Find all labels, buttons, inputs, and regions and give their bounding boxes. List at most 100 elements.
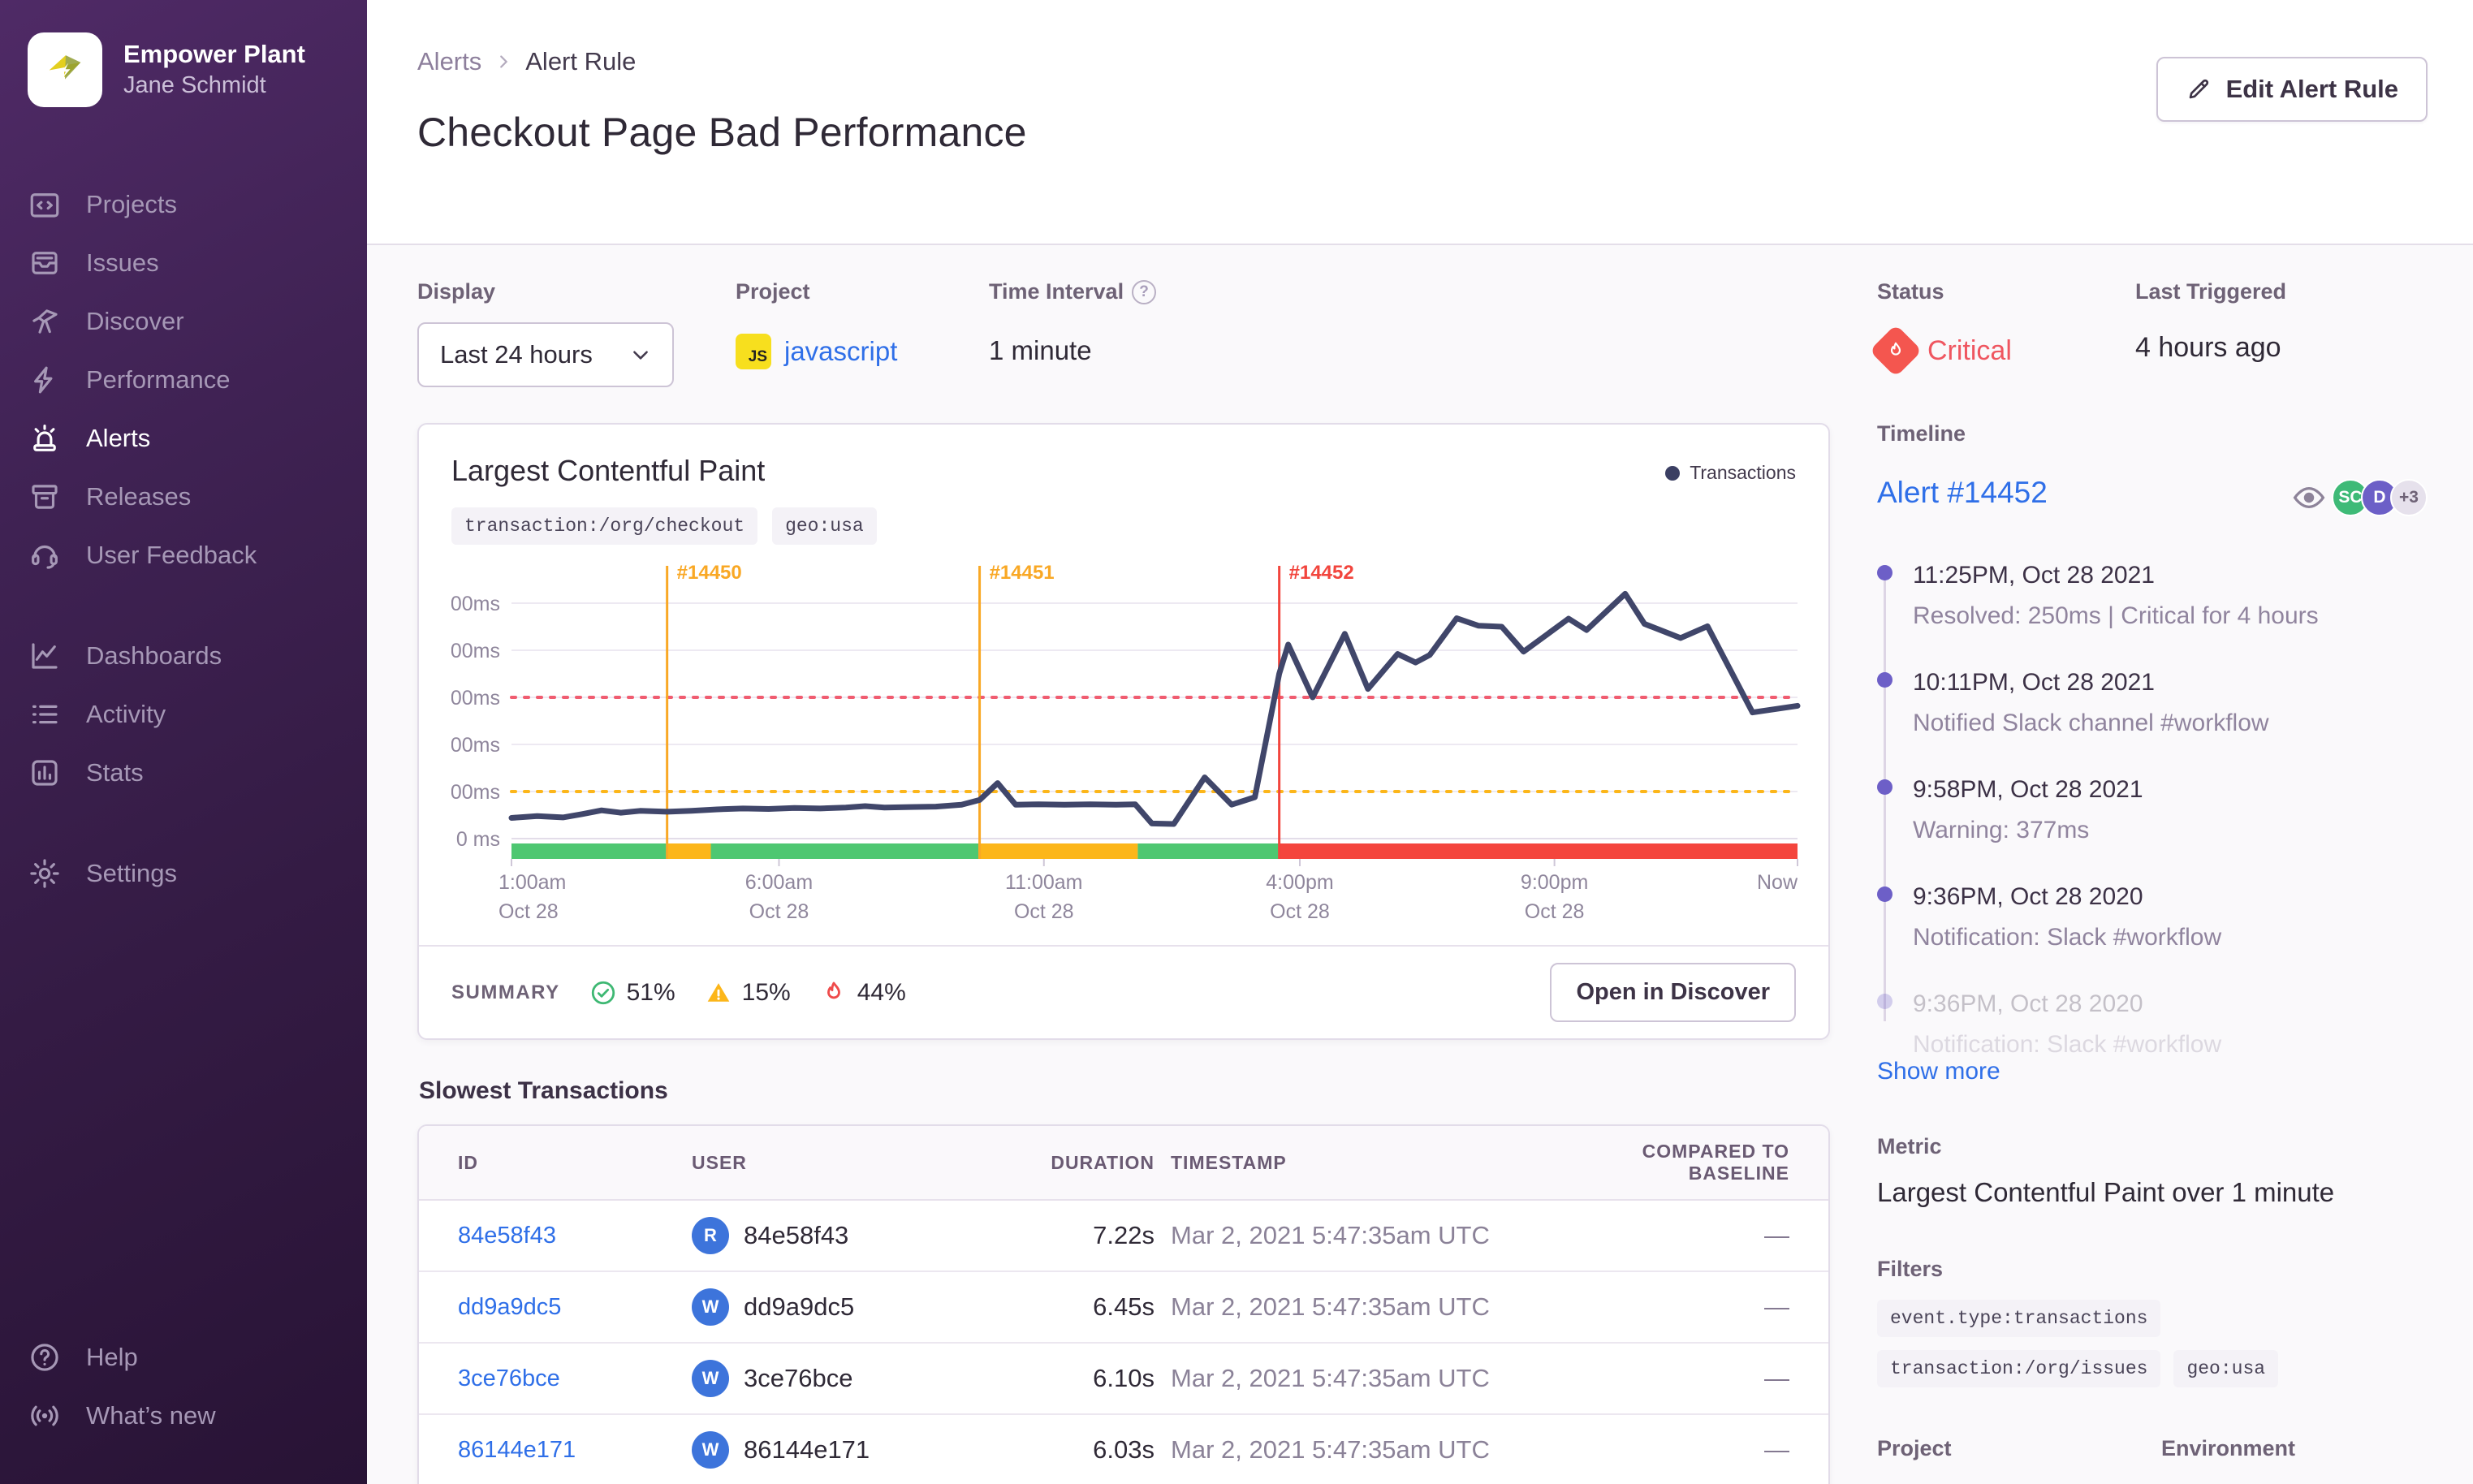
subscriber-avatars: SC D +3 (2291, 479, 2428, 516)
display-range-dropdown[interactable]: Last 24 hours (417, 322, 674, 387)
baseline: — (1764, 1435, 1789, 1464)
filter-tag: event.type:transactions (1877, 1300, 2161, 1337)
timestamp: Mar 2, 2021 5:47:35am UTC (1171, 1435, 1490, 1464)
sidebar-item-user-feedback[interactable]: User Feedback (0, 526, 367, 585)
avatar: R (692, 1217, 729, 1254)
col-user: USER (692, 1151, 747, 1173)
project-label: Project (736, 279, 810, 304)
svg-text:6:00am: 6:00am (745, 871, 813, 894)
svg-text:Oct 28: Oct 28 (1014, 900, 1074, 923)
page-title: Checkout Page Bad Performance (417, 110, 1027, 155)
show-more-link[interactable]: Show more (1877, 1058, 2000, 1085)
sidebar-item-label: What’s new (86, 1401, 216, 1430)
project-link[interactable]: javascript (784, 336, 897, 367)
svg-text:4:00pm: 4:00pm (1266, 871, 1333, 894)
table-header-row: ID USER DURATION TIMESTAMP COMPARED TO B… (419, 1126, 1828, 1201)
sidebar-item-label: Releases (86, 482, 192, 511)
sidebar-item-releases[interactable]: Releases (0, 468, 367, 526)
display-range-value: Last 24 hours (440, 340, 593, 369)
sidebar-item-label: Settings (86, 859, 178, 887)
svg-text:Oct 28: Oct 28 (1270, 900, 1330, 923)
display-label: Display (417, 279, 496, 304)
sidebar-item-discover[interactable]: Discover (0, 292, 367, 351)
timeline-text: Notified Slack channel #workflow (1913, 710, 2269, 736)
timeline-dot-icon (1877, 565, 1893, 580)
col-timestamp: TIMESTAMP (1171, 1151, 1287, 1173)
edit-alert-rule-label: Edit Alert Rule (2225, 75, 2398, 103)
duration: 7.22s (1093, 1221, 1154, 1249)
transaction-id-link[interactable]: 86144e171 (458, 1437, 692, 1464)
critical-fire-icon (1869, 324, 1923, 377)
svg-text:1:00am: 1:00am (498, 871, 566, 894)
svg-text:500ms: 500ms (451, 593, 500, 615)
time-interval-help-icon[interactable]: ? (1132, 279, 1157, 304)
transaction-id-link[interactable]: 3ce76bce (458, 1365, 692, 1392)
user-name: Jane Schmidt (123, 71, 266, 98)
transactions-series-dot-icon (1665, 465, 1681, 481)
baseline: — (1764, 1292, 1789, 1321)
filter-tag: transaction:/org/issues (1877, 1350, 2161, 1387)
timeline-entry: 11:25PM, Oct 28 2021 Resolved: 250ms | C… (1877, 562, 2428, 630)
avatar-more-count[interactable]: +3 (2390, 479, 2428, 516)
alert-14452-link[interactable]: Alert #14452 (1877, 476, 2048, 510)
eye-icon[interactable] (2291, 480, 2327, 516)
svg-text:#14452: #14452 (1289, 562, 1354, 584)
sidebar-item-projects[interactable]: Projects (0, 175, 367, 234)
sidebar-item-label: Help (86, 1343, 138, 1371)
svg-text:0 ms: 0 ms (456, 828, 500, 851)
sidebar-item-whats-new[interactable]: What’s new (0, 1387, 367, 1445)
environment-label: Environment (2161, 1436, 2296, 1460)
summary-ok-value: 51% (626, 978, 675, 1006)
svg-text:100ms: 100ms (451, 781, 500, 804)
edit-alert-rule-button[interactable]: Edit Alert Rule (2156, 57, 2428, 122)
transaction-id-link[interactable]: dd9a9dc5 (458, 1294, 692, 1321)
sidebar-nav: Projects Issues Discover Performance Ale… (0, 175, 367, 903)
sidebar-item-settings[interactable]: Settings (0, 844, 367, 903)
sidebar-item-performance[interactable]: Performance (0, 351, 367, 409)
metric-label: Metric (1877, 1134, 1942, 1158)
environment-value: production (2161, 1479, 2295, 1484)
breadcrumb: Alerts Alert Rule (417, 47, 2426, 76)
col-baseline: COMPARED TO BASELINE (1642, 1141, 1789, 1184)
table-row: 86144e171 W 86144e171 6.03s Mar 2, 2021 5… (419, 1415, 1828, 1484)
lcp-chart[interactable]: 0 ms 100ms 200ms 300ms 400ms 500ms #14450 #1445… (439, 553, 1806, 934)
timeline-time: 9:58PM, Oct 28 2021 (1913, 776, 2143, 803)
svg-text:9:00pm: 9:00pm (1521, 871, 1588, 894)
breadcrumb-chevron-icon (500, 55, 508, 68)
project-detail-label: Project (1877, 1436, 1952, 1460)
baseline: — (1764, 1364, 1789, 1392)
sidebar-item-stats[interactable]: Stats (0, 744, 367, 802)
user-id: 3ce76bce (744, 1364, 853, 1392)
flame-icon (826, 981, 840, 999)
transaction-id-link[interactable]: 84e58f43 (458, 1223, 692, 1249)
org-switcher[interactable]: Empower Plant Jane Schmidt (0, 0, 367, 132)
sidebar-item-help[interactable]: Help (0, 1328, 367, 1387)
sidebar-item-issues[interactable]: Issues (0, 234, 367, 292)
sidebar-item-activity[interactable]: Activity (0, 685, 367, 744)
table-row: dd9a9dc5 Wdd9a9dc5 6.45s Mar 2, 2021 5:4… (419, 1272, 1828, 1344)
timeline-entry-faded: 9:36PM, Oct 28 2020 Notification: Slack … (1877, 990, 2428, 1059)
project-environment-row: Project JS javascript Environment produc… (1877, 1436, 2428, 1484)
breadcrumb-alerts[interactable]: Alerts (417, 47, 481, 76)
sidebar-item-label: User Feedback (86, 541, 257, 569)
col-id: ID (458, 1151, 478, 1173)
releases-icon (32, 485, 58, 509)
slowest-transactions-table: ID USER DURATION TIMESTAMP COMPARED TO B… (417, 1124, 1830, 1484)
open-in-discover-button[interactable]: Open in Discover (1550, 963, 1796, 1022)
sidebar-item-dashboards[interactable]: Dashboards (0, 627, 367, 685)
breadcrumb-alert-rule: Alert Rule (525, 47, 637, 75)
check-circle-icon (591, 981, 615, 1004)
filter-tag: geo:usa (2173, 1350, 2279, 1387)
sidebar-item-label: Performance (86, 365, 231, 394)
main-content: Alerts Alert Rule Checkout Page Bad Perf… (367, 0, 2473, 1484)
chart-summary-row: SUMMARY 51% 15% 44% Open in Discover (419, 945, 1828, 1038)
performance-icon (34, 366, 53, 394)
sidebar-item-alerts[interactable]: Alerts (0, 409, 367, 468)
summary-warning-value: 15% (741, 978, 791, 1006)
slowest-transactions-heading: Slowest Transactions (419, 1077, 668, 1104)
legend-label: Transactions (1690, 462, 1796, 483)
avatar: W (692, 1360, 729, 1397)
issues-icon (32, 252, 58, 274)
avatar: W (692, 1431, 729, 1469)
timeline-text: Warning: 377ms (1913, 817, 2090, 843)
